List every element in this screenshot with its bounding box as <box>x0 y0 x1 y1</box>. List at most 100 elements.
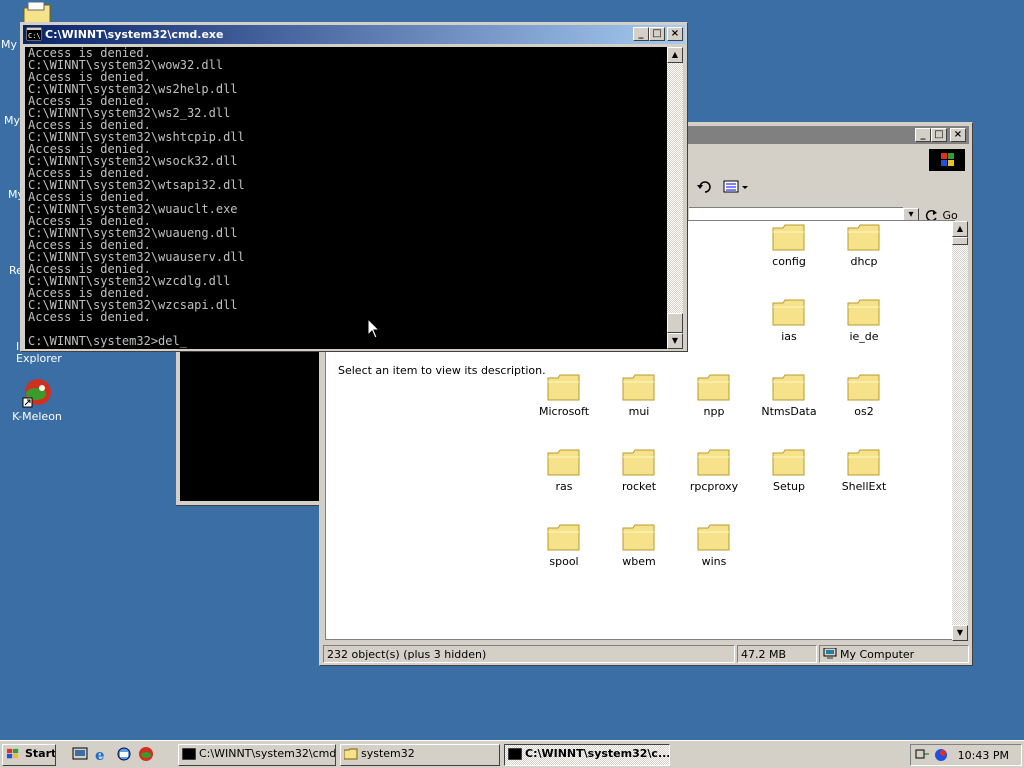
folder-icon <box>547 449 580 476</box>
folder-item[interactable]: spool <box>526 523 602 568</box>
undo-icon[interactable] <box>695 179 715 195</box>
desktop-icon-label-my-computer[interactable]: My <box>4 114 20 127</box>
my-documents-icon[interactable] <box>22 2 52 24</box>
folder-item[interactable]: rpcproxy <box>676 448 752 493</box>
taskbar-button-label: system32 <box>361 747 415 760</box>
folder-label: rpcproxy <box>689 480 739 493</box>
cmd-title-bar[interactable]: C:\ C:\WINNT\system32\cmd.exe _ □ × <box>23 25 685 44</box>
start-label: Start <box>25 747 56 760</box>
folder-icon <box>697 449 730 476</box>
network-tray-icon[interactable] <box>915 747 931 763</box>
folder-label: Setup <box>772 480 806 493</box>
folder-label: ie_de <box>849 330 879 343</box>
explorer-vertical-scrollbar[interactable]: ▲ ▼ <box>952 221 968 641</box>
folder-icon <box>772 224 805 251</box>
cmd-window[interactable]: C:\ C:\WINNT\system32\cmd.exe _ □ × Acce… <box>20 22 688 352</box>
folder-icon <box>847 374 880 401</box>
scroll-up-button[interactable]: ▲ <box>667 47 683 63</box>
folder-item[interactable]: dhcp <box>826 223 902 268</box>
folder-item[interactable]: ras <box>526 448 602 493</box>
folder-icon <box>547 374 580 401</box>
taskbar: Start e C:\WINNT\system32\cmd... system3… <box>0 740 1024 768</box>
show-desktop-icon[interactable] <box>72 746 88 762</box>
k-meleon-quicklaunch-icon[interactable] <box>138 746 154 762</box>
background-console-screen <box>180 330 325 501</box>
desktop-icon-k-meleon[interactable]: K-Meleon <box>2 376 72 423</box>
folder-item[interactable]: NtmsData <box>751 373 827 418</box>
folder-item[interactable]: wins <box>676 523 752 568</box>
cmd-icon: C:\ <box>26 27 42 41</box>
maximize-button[interactable]: □ <box>931 128 947 142</box>
status-location: My Computer <box>819 645 969 663</box>
scroll-down-button[interactable]: ▼ <box>952 625 968 641</box>
background-console-window[interactable] <box>176 330 326 506</box>
my-computer-icon <box>823 648 837 659</box>
close-button[interactable]: × <box>667 27 683 41</box>
internet-explorer-icon[interactable]: e <box>94 746 110 762</box>
folder-icon <box>697 524 730 551</box>
folder-item[interactable]: wbem <box>601 523 677 568</box>
folder-icon <box>622 449 655 476</box>
views-button[interactable] <box>721 177 751 197</box>
folder-label: os2 <box>854 405 874 418</box>
scroll-thumb[interactable] <box>667 313 683 333</box>
windows-logo-icon <box>929 149 965 171</box>
minimize-button[interactable]: _ <box>633 27 649 41</box>
folder-label: NtmsData <box>761 405 817 418</box>
folder-label: dhcp <box>850 255 878 268</box>
close-button[interactable]: × <box>950 128 966 142</box>
desktop-icon-label: K-Meleon <box>12 410 62 423</box>
cmd-console-output[interactable]: Access is denied. C:\WINNT\system32\wow32… <box>25 47 667 349</box>
start-button[interactable]: Start <box>2 744 56 766</box>
status-bar: 232 object(s) (plus 3 hidden) 47.2 MB My… <box>323 645 969 663</box>
folder-item[interactable]: rocket <box>601 448 677 493</box>
minimize-button[interactable]: _ <box>915 128 931 142</box>
folder-item[interactable]: ie_de <box>826 298 902 343</box>
folder-label: Microsoft <box>538 405 590 418</box>
system-tray: 10:43 PM <box>910 744 1022 766</box>
folder-label: npp <box>703 405 725 418</box>
folder-item[interactable]: Setup <box>751 448 827 493</box>
status-object-count: 232 object(s) (plus 3 hidden) <box>323 645 735 663</box>
folder-icon <box>772 374 805 401</box>
svg-text:C:\: C:\ <box>28 32 41 40</box>
scroll-down-button[interactable]: ▼ <box>667 333 683 349</box>
taskbar-button-label: C:\WINNT\system32\c... <box>525 747 670 760</box>
volume-tray-icon[interactable] <box>933 747 949 763</box>
folder-label: wins <box>701 555 727 568</box>
views-icon <box>723 180 748 193</box>
folder-item[interactable]: config <box>751 223 827 268</box>
console-line: C:\WINNT\system32>del_ <box>28 334 187 348</box>
mouse-cursor-icon <box>367 318 381 339</box>
folder-icon <box>772 299 805 326</box>
taskbar-button-cmd-1[interactable]: C:\WINNT\system32\cmd... <box>178 744 336 766</box>
clock[interactable]: 10:43 PM <box>958 749 1009 762</box>
cmd-title: C:\WINNT\system32\cmd.exe <box>45 28 224 41</box>
folder-icon <box>847 449 880 476</box>
k-meleon-icon <box>22 379 51 408</box>
folder-label: ShellExt <box>841 480 887 493</box>
folder-label: wbem <box>622 555 656 568</box>
taskbar-button-system32[interactable]: system32 <box>340 744 500 766</box>
cmd-icon <box>508 748 522 760</box>
desktop-icon-label-internet-explorer[interactable]: Explorer <box>16 352 62 365</box>
folder-icon <box>847 299 880 326</box>
folder-item[interactable]: Microsoft <box>526 373 602 418</box>
scroll-thumb[interactable] <box>952 237 968 245</box>
maximize-button[interactable]: □ <box>649 27 665 41</box>
taskbar-button-cmd-2[interactable]: C:\WINNT\system32\c... <box>504 744 670 766</box>
folder-item[interactable]: os2 <box>826 373 902 418</box>
folder-item[interactable]: ias <box>751 298 827 343</box>
folder-item[interactable]: ShellExt <box>826 448 902 493</box>
cmd-icon <box>182 748 196 760</box>
folder-icon <box>772 449 805 476</box>
folder-label: ias <box>781 330 797 343</box>
folder-item[interactable]: npp <box>676 373 752 418</box>
outlook-express-icon[interactable] <box>116 746 132 762</box>
folder-label: mui <box>628 405 650 418</box>
windows-flag-icon <box>7 748 19 759</box>
quick-launch: e <box>66 746 166 764</box>
cmd-vertical-scrollbar[interactable]: ▲ ▼ <box>667 47 683 349</box>
folder-item[interactable]: mui <box>601 373 677 418</box>
scroll-up-button[interactable]: ▲ <box>952 221 968 237</box>
